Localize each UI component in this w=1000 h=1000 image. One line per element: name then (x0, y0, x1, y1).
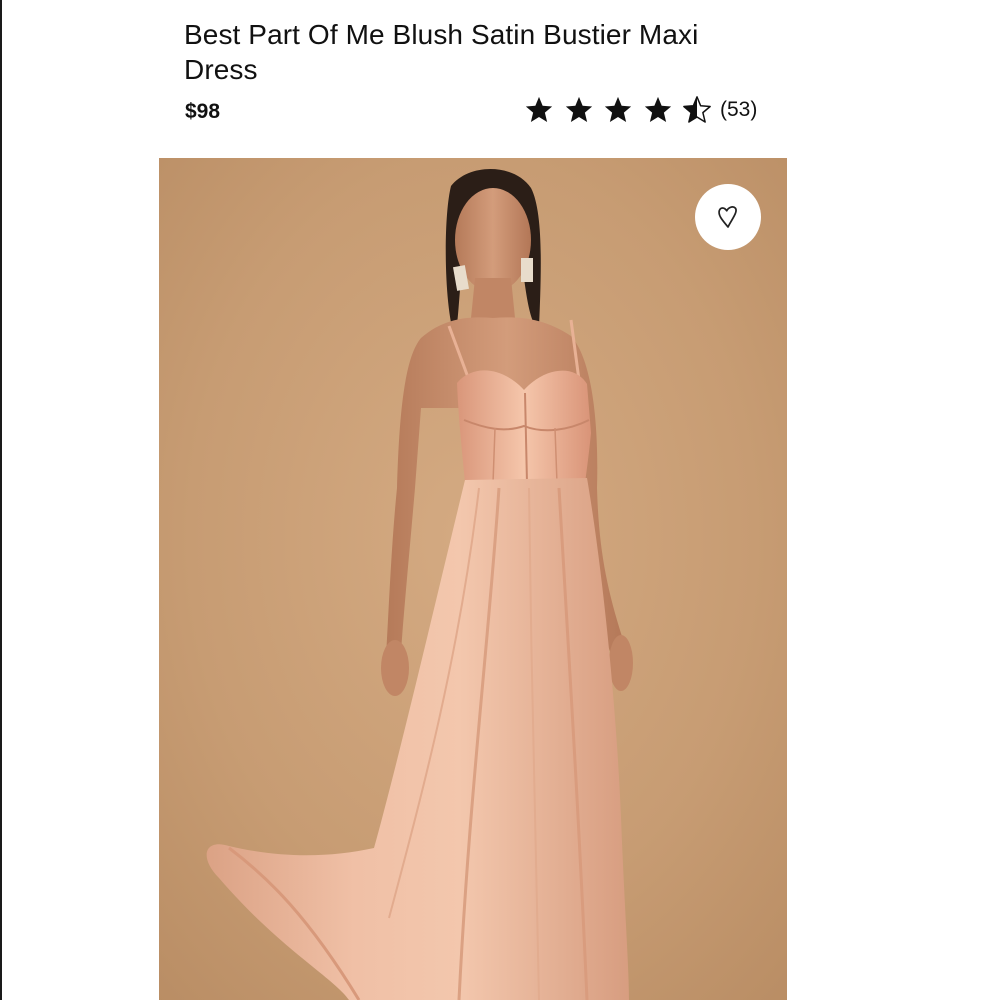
star-icon (565, 96, 592, 122)
window-edge (0, 0, 2, 1000)
review-count[interactable]: (53) (720, 97, 757, 123)
product-title: Best Part Of Me Blush Satin Bustier Maxi… (184, 19, 699, 85)
wishlist-button[interactable] (695, 184, 761, 250)
dress-photo (159, 158, 787, 1000)
star-icon (644, 96, 671, 122)
star-icon (525, 96, 553, 122)
product-rating[interactable]: (53) (524, 93, 757, 127)
product-image[interactable] (159, 158, 787, 1000)
half-star-icon (683, 96, 711, 123)
heart-icon (718, 206, 737, 228)
star-icon (604, 96, 632, 122)
product-page: Best Part Of Me Blush Satin Bustier Maxi… (0, 0, 1000, 1000)
product-price: $98 (185, 100, 221, 123)
